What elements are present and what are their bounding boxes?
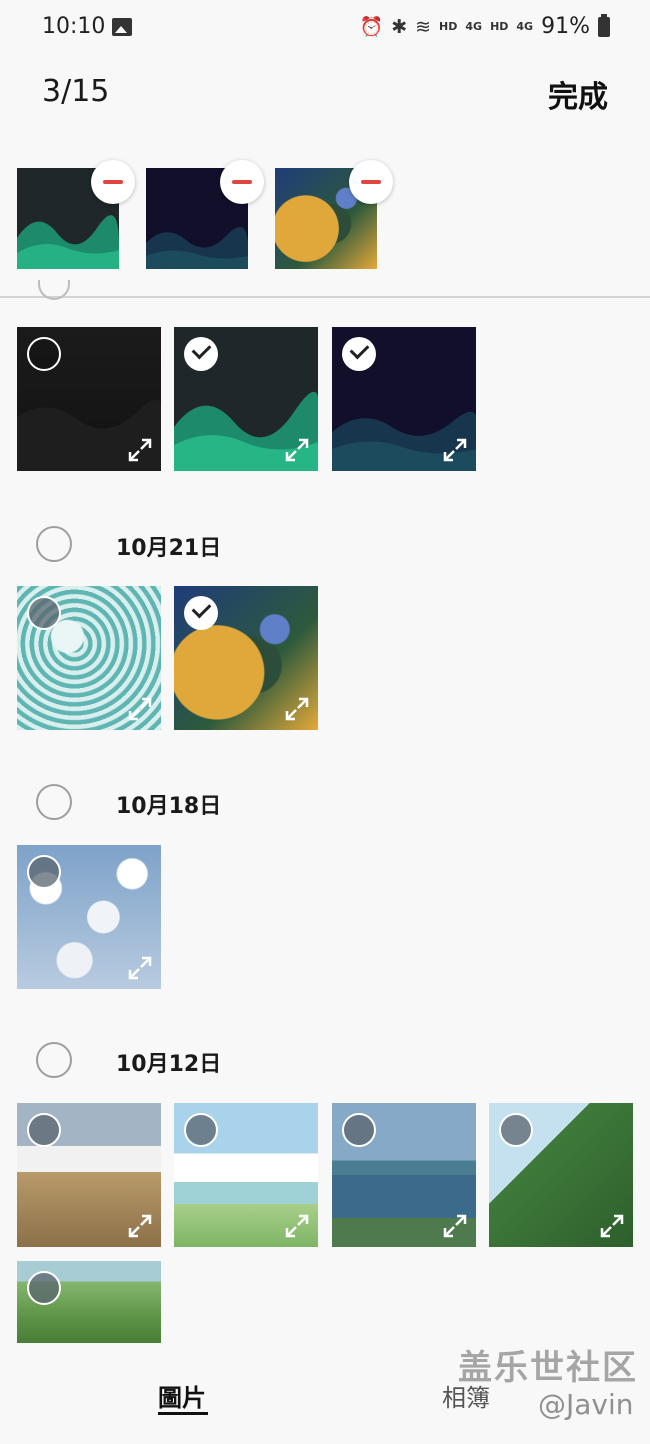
select-checkbox[interactable]	[184, 1113, 218, 1147]
selection-counter: 3/15	[42, 74, 110, 109]
wifi-icon: ≋	[415, 15, 432, 38]
expand-icon[interactable]	[127, 696, 153, 722]
expand-icon[interactable]	[127, 1213, 153, 1239]
hd-label: HD	[439, 20, 458, 33]
remove-icon[interactable]	[220, 160, 264, 204]
selected-thumb[interactable]	[275, 160, 393, 269]
select-checkbox[interactable]	[27, 1113, 61, 1147]
remove-icon[interactable]	[349, 160, 393, 204]
network-label-2: 4G	[516, 20, 534, 33]
expand-icon[interactable]	[442, 437, 468, 463]
status-icons: ⏰ ✱ ≋ HD 4G HD 4G 91%	[359, 13, 610, 39]
photo-tile[interactable]	[17, 845, 161, 989]
date-select-circle[interactable]	[36, 1042, 72, 1078]
alarm-icon: ⏰	[359, 16, 384, 38]
battery-percent: 91%	[541, 14, 590, 39]
expand-icon[interactable]	[127, 955, 153, 981]
date-select-circle[interactable]	[36, 526, 72, 562]
status-bar: 10:10 ⏰ ✱ ≋ HD 4G HD 4G 91%	[0, 0, 650, 58]
date-label: 10月21日	[116, 536, 222, 561]
expand-icon[interactable]	[599, 1213, 625, 1239]
expand-icon[interactable]	[127, 437, 153, 463]
select-checkbox-checked[interactable]	[184, 337, 218, 371]
date-label: 10月12日	[116, 1052, 222, 1077]
date-select-circle[interactable]	[36, 784, 72, 820]
select-checkbox-checked[interactable]	[342, 337, 376, 371]
photo-tile[interactable]	[174, 586, 318, 730]
photo-tile[interactable]	[17, 327, 161, 471]
select-checkbox[interactable]	[27, 1271, 61, 1305]
selected-thumb[interactable]	[17, 160, 135, 269]
selected-thumb[interactable]	[146, 160, 264, 269]
active-tab-indicator	[158, 1412, 208, 1415]
photo-tile[interactable]	[174, 327, 318, 471]
photo-tile[interactable]	[489, 1103, 633, 1247]
select-checkbox-checked[interactable]	[184, 596, 218, 630]
done-button[interactable]: 完成	[548, 72, 608, 116]
expand-icon[interactable]	[284, 696, 310, 722]
expand-icon[interactable]	[284, 437, 310, 463]
photo-tile[interactable]	[332, 327, 476, 471]
photo-tile[interactable]	[17, 1261, 161, 1343]
select-checkbox[interactable]	[342, 1113, 376, 1147]
photo-tile[interactable]	[332, 1103, 476, 1247]
selection-header: 3/15 完成	[0, 60, 650, 130]
photo-tile[interactable]	[174, 1103, 318, 1247]
divider	[0, 296, 650, 298]
photo-tile[interactable]	[17, 1103, 161, 1247]
select-checkbox[interactable]	[27, 596, 61, 630]
bluetooth-icon: ✱	[391, 15, 408, 38]
photo-tile[interactable]	[17, 586, 161, 730]
select-checkbox[interactable]	[27, 855, 61, 889]
watermark-author: @Javin	[538, 1388, 634, 1421]
select-checkbox[interactable]	[27, 337, 61, 371]
remove-icon[interactable]	[91, 160, 135, 204]
network-label: 4G	[465, 20, 483, 33]
tab-pictures[interactable]: 圖片	[158, 1378, 206, 1413]
date-label: 10月18日	[116, 794, 222, 819]
battery-icon	[598, 13, 610, 37]
watermark-title: 盖乐世社区	[458, 1348, 638, 1388]
status-time: 10:10	[42, 14, 106, 39]
expand-icon[interactable]	[284, 1213, 310, 1239]
expand-icon[interactable]	[442, 1213, 468, 1239]
hd-label-2: HD	[490, 20, 509, 33]
gallery-icon	[112, 18, 132, 36]
select-checkbox[interactable]	[499, 1113, 533, 1147]
